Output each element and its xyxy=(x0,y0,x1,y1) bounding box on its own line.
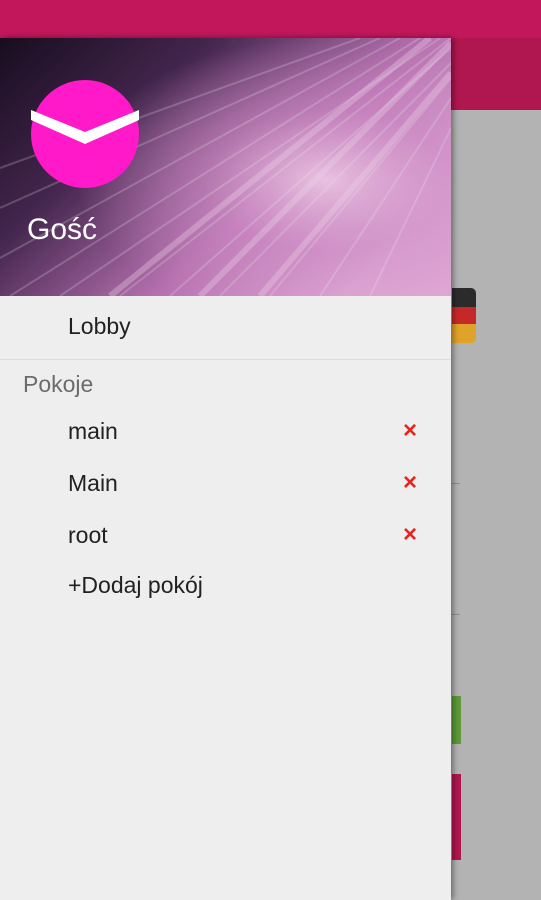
language-flag-stripe-gold xyxy=(452,324,476,343)
lobby-label: Lobby xyxy=(68,313,131,339)
app-screen: Gość Lobby Pokoje main × Main × root × +… xyxy=(0,0,541,900)
remove-room-icon[interactable]: × xyxy=(399,471,421,495)
envelope-icon xyxy=(31,110,139,144)
room-item-root[interactable]: root × xyxy=(0,512,451,564)
navigation-drawer: Gość Lobby Pokoje main × Main × root × +… xyxy=(0,38,451,900)
status-bar xyxy=(0,0,541,38)
drawer-item-lobby[interactable]: Lobby xyxy=(0,296,451,360)
room-label: root xyxy=(68,522,108,548)
user-name: Gość xyxy=(27,213,98,246)
language-flag-stripe-red xyxy=(452,307,476,324)
green-button-edge xyxy=(452,696,461,744)
room-item-main-capital[interactable]: Main × xyxy=(0,460,451,512)
language-flag-icon xyxy=(452,288,476,307)
rooms-section-title: Pokoje xyxy=(23,371,94,397)
remove-room-icon[interactable]: × xyxy=(399,419,421,443)
content-divider xyxy=(452,483,460,484)
room-item-main[interactable]: main × xyxy=(0,408,451,460)
content-divider xyxy=(452,614,460,615)
room-label: Main xyxy=(68,470,118,496)
add-room-label: +Dodaj pokój xyxy=(68,572,203,598)
room-label: main xyxy=(68,418,118,444)
remove-room-icon[interactable]: × xyxy=(399,523,421,547)
pink-button-edge xyxy=(452,774,461,860)
drawer-header: Gość xyxy=(0,38,451,296)
add-room-button[interactable]: +Dodaj pokój xyxy=(0,562,451,614)
user-avatar[interactable] xyxy=(31,80,139,188)
